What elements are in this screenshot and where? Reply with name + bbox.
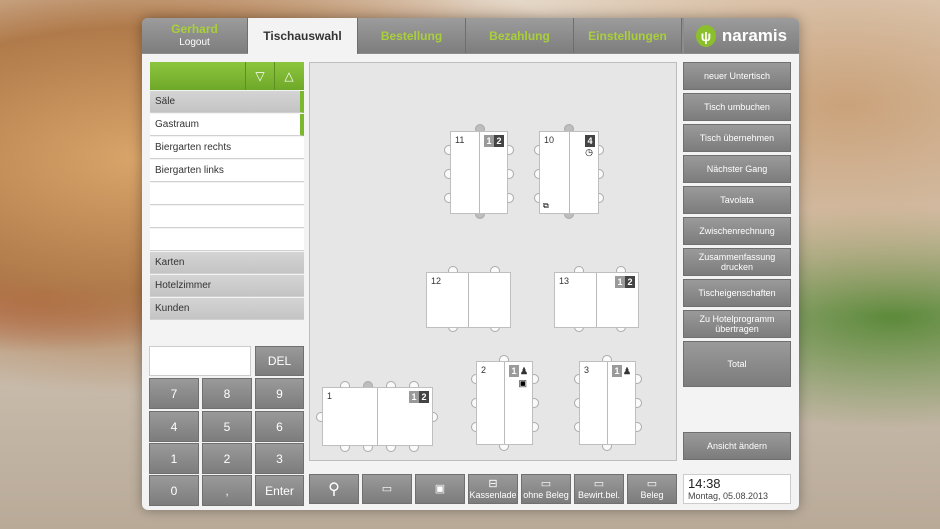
tab-bestellung[interactable]: Bestellung bbox=[358, 18, 466, 53]
table-number: 11 bbox=[455, 135, 465, 145]
cash-drawer-icon: ⊟ bbox=[488, 477, 498, 490]
list-item-gastraum[interactable]: Gastraum bbox=[150, 114, 304, 136]
beleg-label: Beleg bbox=[640, 489, 664, 500]
window-icon: ▣ bbox=[434, 482, 446, 495]
zwischenrechnung-button[interactable]: Zwischenrechnung bbox=[683, 217, 791, 245]
window-toggle-button[interactable]: ▣ bbox=[415, 474, 465, 504]
key-8[interactable]: 8 bbox=[202, 378, 252, 409]
tisch-uebernehmen-button[interactable]: Tisch übernehmen bbox=[683, 124, 791, 152]
naramis-logo: ψ naramis bbox=[684, 18, 799, 53]
tisch-umbuchen-button[interactable]: Tisch umbuchen bbox=[683, 93, 791, 121]
key-4[interactable]: 4 bbox=[149, 411, 199, 442]
table-badge: 1 ♟ bbox=[509, 365, 529, 377]
user-logout-tab[interactable]: Gerhard Logout bbox=[142, 18, 248, 53]
floor-plan: 11 12 10 4 ◷ ⧉ 12 13 1 2 1 1 2 2 1 ♟ ▣ 3… bbox=[309, 62, 677, 461]
numpad-display[interactable] bbox=[149, 346, 251, 376]
enter-button[interactable]: Enter bbox=[255, 475, 304, 506]
list-item-hotelzimmer[interactable]: Hotelzimmer bbox=[150, 275, 304, 297]
hotelprogramm-button[interactable]: Zu Hotelprogramm übertragen bbox=[683, 310, 791, 338]
scroll-up-arrow-icon[interactable]: △ bbox=[274, 62, 303, 90]
time-text: 14:38 bbox=[688, 476, 721, 491]
tavolata-button[interactable]: Tavolata bbox=[683, 186, 791, 214]
list-item-empty-2[interactable] bbox=[150, 206, 304, 228]
key-9[interactable]: 9 bbox=[255, 378, 304, 409]
beleg-button[interactable]: ▭ Beleg bbox=[627, 474, 677, 504]
key-6[interactable]: 6 bbox=[255, 411, 304, 442]
table-badge: 12 bbox=[409, 391, 429, 403]
waiter-icon: ♟ bbox=[519, 366, 529, 376]
del-button[interactable]: DEL bbox=[255, 346, 304, 376]
kassenlade-button[interactable]: ⊟ Kassenlade bbox=[468, 474, 518, 504]
table-number: 2 bbox=[481, 365, 487, 375]
printer-icon: ▭ bbox=[646, 477, 658, 490]
logo-text: naramis bbox=[721, 25, 788, 45]
table-10[interactable]: 10 4 ◷ ⧉ bbox=[539, 131, 599, 214]
bewirtbel-button[interactable]: ▭ Bewirt.bel. bbox=[574, 474, 624, 504]
ohne-beleg-button[interactable]: ▭ ohne Beleg bbox=[521, 474, 571, 504]
key-0[interactable]: 0 bbox=[149, 475, 199, 506]
table-badge: 1 ♟ bbox=[612, 365, 632, 377]
table-number: 12 bbox=[431, 276, 442, 286]
note-icon: ▣ bbox=[518, 378, 527, 388]
list-item-empty-3[interactable] bbox=[150, 229, 304, 251]
naechster-gang-button[interactable]: Nächster Gang bbox=[683, 155, 791, 183]
panel-icon: ▭ bbox=[381, 482, 393, 495]
datetime-display: 14:38 Montag, 05.08.2013 bbox=[683, 474, 791, 504]
user-name: Gerhard bbox=[171, 21, 218, 36]
table-11[interactable]: 11 12 bbox=[450, 131, 508, 214]
copy-icon: ⧉ bbox=[543, 201, 549, 210]
neuer-untertisch-button[interactable]: neuer Untertisch bbox=[683, 62, 791, 90]
table-badge: 4 bbox=[585, 135, 595, 147]
printer-icon: ▭ bbox=[593, 477, 605, 490]
tab-bezahlung[interactable]: Bezahlung bbox=[466, 18, 574, 53]
key-7[interactable]: 7 bbox=[149, 378, 199, 409]
list-item-biergarten-rechts[interactable]: Biergarten rechts bbox=[150, 137, 304, 159]
key-5[interactable]: 5 bbox=[202, 411, 252, 442]
search-icon: ⚲ bbox=[328, 481, 340, 498]
zusammenfassung-drucken-button[interactable]: Zusammenfassung drucken bbox=[683, 248, 791, 276]
list-item-kunden[interactable]: Kunden bbox=[150, 298, 304, 320]
list-item-biergarten-links[interactable]: Biergarten links bbox=[150, 160, 304, 182]
table-2[interactable]: 2 1 ♟ ▣ bbox=[476, 361, 533, 445]
top-tab-bar: Gerhard Logout Tischauswahl Bestellung B… bbox=[142, 18, 799, 54]
table-12[interactable]: 12 bbox=[426, 272, 511, 328]
table-number: 10 bbox=[544, 135, 555, 145]
key-1[interactable]: 1 bbox=[149, 443, 199, 474]
table-number: 1 bbox=[327, 391, 333, 401]
table-badge: 12 bbox=[484, 135, 504, 147]
kassenlade-label: Kassenlade bbox=[469, 489, 517, 500]
date-text: Montag, 05.08.2013 bbox=[688, 491, 769, 501]
table-badge: 12 bbox=[615, 276, 635, 288]
list-item-karten[interactable]: Karten bbox=[150, 252, 304, 274]
scroll-down-arrow-icon[interactable]: ▽ bbox=[245, 62, 274, 90]
view-toggle-button[interactable]: ▭ bbox=[362, 474, 412, 504]
list-item-saele[interactable]: Säle bbox=[150, 91, 304, 113]
total-button[interactable]: Total bbox=[683, 341, 791, 387]
table-13[interactable]: 13 12 bbox=[554, 272, 639, 328]
tab-tischauswahl[interactable]: Tischauswahl bbox=[248, 18, 358, 54]
ohne-beleg-label: ohne Beleg bbox=[523, 489, 569, 500]
table-number: 13 bbox=[559, 276, 570, 286]
table-3[interactable]: 3 1 ♟ bbox=[579, 361, 636, 445]
pos-window: Gerhard Logout Tischauswahl Bestellung B… bbox=[142, 18, 799, 510]
tab-einstellungen[interactable]: Einstellungen bbox=[574, 18, 682, 53]
clock-icon: ◷ bbox=[585, 147, 593, 157]
key-3[interactable]: 3 bbox=[255, 443, 304, 474]
printer-icon: ▭ bbox=[540, 477, 552, 490]
ansicht-aendern-button[interactable]: Ansicht ändern bbox=[683, 432, 791, 460]
key-2[interactable]: 2 bbox=[202, 443, 252, 474]
logout-label: Logout bbox=[179, 36, 210, 48]
key-comma[interactable]: , bbox=[202, 475, 252, 506]
bewirtbel-label: Bewirt.bel. bbox=[577, 489, 621, 500]
table-1[interactable]: 1 12 bbox=[322, 387, 433, 446]
search-button[interactable]: ⚲ bbox=[309, 474, 359, 504]
table-number: 3 bbox=[584, 365, 590, 375]
waiter-icon: ♟ bbox=[622, 366, 632, 376]
tischeigenschaften-button[interactable]: Tischeigenschaften bbox=[683, 279, 791, 307]
list-item-empty-1[interactable] bbox=[150, 183, 304, 205]
fork-logo-icon: ψ bbox=[695, 24, 716, 47]
